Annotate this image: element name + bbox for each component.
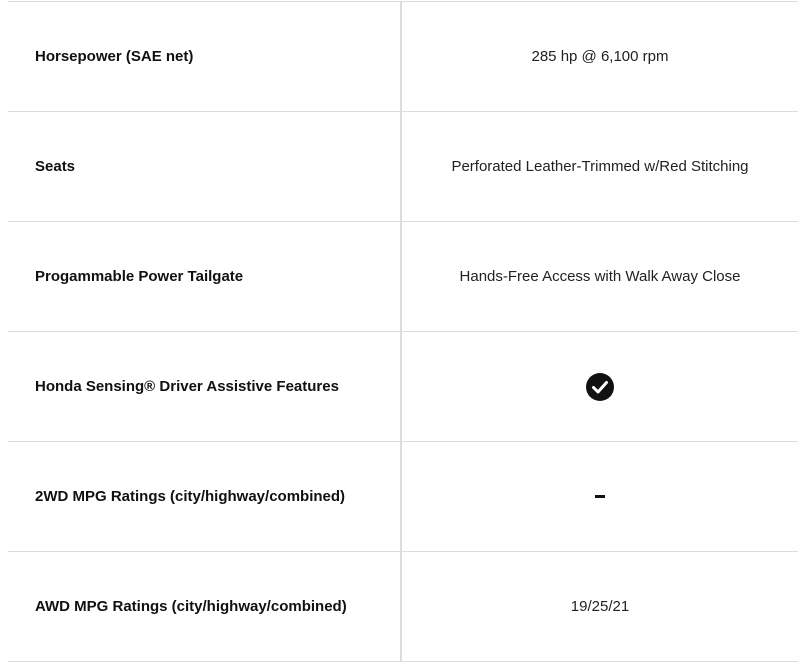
spec-value-included [402, 332, 798, 441]
spec-label: 2WD MPG Ratings (city/highway/combined) [8, 442, 402, 551]
spec-label: Honda Sensing® Driver Assistive Features [8, 332, 402, 441]
spec-row-seats: Seats Perforated Leather-Trimmed w/Red S… [8, 112, 798, 222]
spec-value-not-available [402, 442, 798, 551]
spec-row-honda-sensing: Honda Sensing® Driver Assistive Features [8, 332, 798, 442]
spec-label: AWD MPG Ratings (city/highway/combined) [8, 552, 402, 661]
spec-row-awd-mpg: AWD MPG Ratings (city/highway/combined) … [8, 552, 798, 662]
dash-icon [595, 495, 605, 498]
spec-label: Horsepower (SAE net) [8, 2, 402, 111]
spec-table: Horsepower (SAE net) 285 hp @ 6,100 rpm … [8, 1, 798, 662]
spec-value: Perforated Leather-Trimmed w/Red Stitchi… [451, 158, 749, 175]
spec-value: Hands-Free Access with Walk Away Close [459, 268, 741, 285]
spec-row-tailgate: Progammable Power Tailgate Hands-Free Ac… [8, 222, 798, 332]
spec-value: 19/25/21 [570, 598, 630, 615]
spec-row-horsepower: Horsepower (SAE net) 285 hp @ 6,100 rpm [8, 2, 798, 112]
spec-row-2wd-mpg: 2WD MPG Ratings (city/highway/combined) [8, 442, 798, 552]
spec-label: Progammable Power Tailgate [8, 222, 402, 331]
spec-value: 285 hp @ 6,100 rpm [531, 48, 669, 65]
check-circle-icon [586, 372, 614, 401]
spec-label: Seats [8, 112, 402, 221]
